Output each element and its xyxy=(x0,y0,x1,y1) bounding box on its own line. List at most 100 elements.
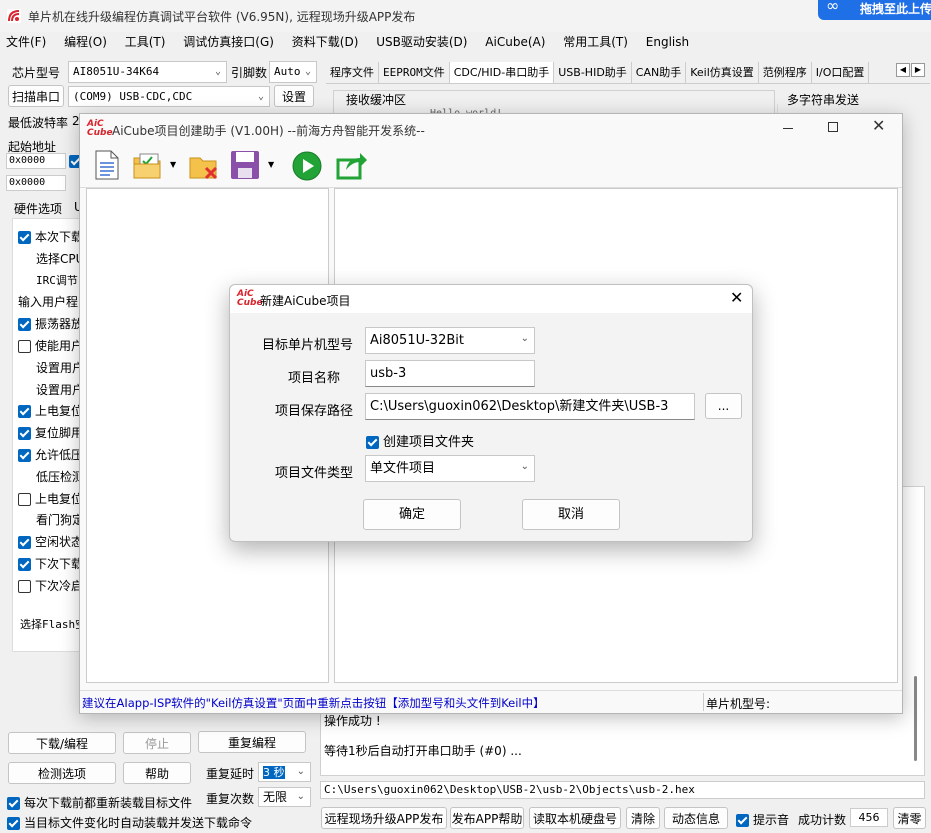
save-icon[interactable] xyxy=(230,150,260,183)
menu-tools[interactable]: 工具(T) xyxy=(125,35,166,49)
address-field-1[interactable]: 0x0000 xyxy=(6,153,66,169)
menu-english[interactable]: English xyxy=(646,35,689,49)
hardware-option-checkbox[interactable] xyxy=(18,536,31,550)
hardware-option[interactable]: 下次下载 xyxy=(18,555,83,572)
menu-aicube[interactable]: AiCube(A) xyxy=(485,35,545,49)
menu-file[interactable]: 文件(F) xyxy=(6,35,46,49)
dynamic-info-button[interactable]: 动态信息 xyxy=(664,807,728,829)
hardware-option-checkbox[interactable] xyxy=(18,558,31,571)
tab-usb-hid[interactable]: USB-HID助手 xyxy=(554,62,632,83)
main-tab-strip: 程序文件 EEPROM文件 CDC/HID-串口助手 USB-HID助手 CAN助手 Ke… xyxy=(326,62,930,84)
auto-load-checkbox[interactable] xyxy=(7,817,20,830)
target-mcu-select[interactable]: Ai8051U-32Bit ⌄ xyxy=(365,327,535,354)
menu-common-tools[interactable]: 常用工具(T) xyxy=(563,35,628,49)
menu-usb-driver[interactable]: USB驱动安装(D) xyxy=(376,35,467,49)
hardware-option-checkbox[interactable] xyxy=(18,340,31,353)
tab-scroll-right-button[interactable]: ▶ xyxy=(911,63,925,77)
chip-type-select[interactable]: AI8051U-34K64 ⌄ xyxy=(68,61,227,83)
open-folder-icon[interactable] xyxy=(132,152,164,183)
hardware-option-checkbox[interactable] xyxy=(18,318,31,332)
project-name-input[interactable]: usb-3 xyxy=(365,360,535,387)
menu-program[interactable]: 编程(O) xyxy=(64,35,107,49)
hardware-option[interactable]: 振荡器放 xyxy=(18,315,83,332)
save-path-input[interactable]: C:\Users\guoxin062\Desktop\新建文件夹\USB-3 xyxy=(365,393,695,420)
serial-port-value: (COM9) USB-CDC,CDC xyxy=(73,90,193,103)
download-program-button[interactable]: 下载/编程 xyxy=(8,732,116,754)
menu-debug[interactable]: 调试仿真接口(G) xyxy=(183,35,274,49)
tab-examples[interactable]: 范例程序 xyxy=(759,62,812,83)
tab-eeprom-file[interactable]: EEPROM文件 xyxy=(379,62,450,83)
hardware-option-label: 本次下载 xyxy=(35,230,84,244)
hardware-option[interactable]: 下次冷启 xyxy=(18,577,83,594)
hardware-option-checkbox[interactable] xyxy=(18,405,31,419)
chevron-down-icon: ⌄ xyxy=(304,66,311,77)
dropdown-arrow-icon[interactable]: ▼ xyxy=(170,160,176,169)
hardware-option-checkbox[interactable] xyxy=(18,427,31,441)
remote-upgrade-publish-button[interactable]: 远程现场升级APP发布 xyxy=(321,807,447,829)
hardware-option[interactable]: 使能用户 xyxy=(18,337,83,354)
upload-drop-badge[interactable]: ∞ 拖拽至此上传 xyxy=(818,0,931,20)
tab-scroll-left-button[interactable]: ◀ xyxy=(896,63,910,77)
address-field-2[interactable]: 0x0000 xyxy=(6,175,66,191)
close-icon[interactable]: ✕ xyxy=(730,288,743,307)
publish-app-help-button[interactable]: 发布APP帮助 xyxy=(450,807,524,829)
reload-checkbox[interactable] xyxy=(7,797,20,810)
run-icon[interactable] xyxy=(291,150,323,185)
cancel-button[interactable]: 取消 xyxy=(522,499,620,530)
hardware-option[interactable]: 允许低压 xyxy=(18,446,83,463)
repeat-delay-label: 重复延时 xyxy=(206,767,255,781)
reset-count-button[interactable]: 清零 xyxy=(893,807,926,829)
auto-load-option[interactable]: 当目标文件变化时自动装载并发送下载命令 xyxy=(7,814,252,831)
chevron-down-icon: ⌄ xyxy=(214,66,221,77)
hex-file-path[interactable]: C:\Users\guoxin062\Desktop\USB-2\usb-2\O… xyxy=(320,781,925,799)
hardware-option[interactable]: 空闲状态 xyxy=(18,533,83,550)
check-options-button[interactable]: 检测选项 xyxy=(8,762,116,784)
hardware-option[interactable]: 本次下载 xyxy=(18,228,83,245)
hardware-option-checkbox[interactable] xyxy=(18,231,31,244)
project-type-select[interactable]: 单文件项目 ⌄ xyxy=(365,455,535,482)
stop-button[interactable]: 停止 xyxy=(123,732,191,754)
help-button[interactable]: 帮助 xyxy=(123,762,191,784)
pin-count-select[interactable]: Auto ⌄ xyxy=(269,61,317,83)
tab-program-file[interactable]: 程序文件 xyxy=(326,62,379,83)
hardware-option-checkbox[interactable] xyxy=(18,579,31,593)
minimize-icon[interactable] xyxy=(783,128,793,129)
export-icon[interactable] xyxy=(336,150,368,185)
hardware-option[interactable]: 复位脚用 xyxy=(18,424,83,441)
new-document-icon[interactable] xyxy=(94,150,120,183)
clear-button[interactable]: 清除 xyxy=(626,807,660,829)
browse-button[interactable]: ... xyxy=(705,393,742,419)
prompt-sound-option[interactable]: 提示音 xyxy=(736,811,789,828)
settings-button[interactable]: 设置 xyxy=(274,85,314,107)
tab-keil[interactable]: Keil仿真设置 xyxy=(686,62,759,83)
close-project-icon[interactable] xyxy=(188,152,220,185)
read-disk-serial-button[interactable]: 读取本机硬盘号 xyxy=(529,807,621,829)
hardware-option: 设置用户 xyxy=(36,359,84,376)
menu-downloads[interactable]: 资料下载(D) xyxy=(292,35,359,49)
hardware-options-tab[interactable]: 硬件选项 xyxy=(14,200,62,217)
repeat-program-button[interactable]: 重复编程 xyxy=(198,731,306,753)
tab-cdc-serial[interactable]: CDC/HID-串口助手 xyxy=(449,62,555,83)
pin-count-value: Auto xyxy=(274,65,301,78)
chevron-down-icon: ⌄ xyxy=(520,333,529,344)
create-folder-checkbox[interactable] xyxy=(366,436,379,449)
log-scrollbar[interactable] xyxy=(914,676,917,761)
ok-button[interactable]: 确定 xyxy=(363,499,461,530)
maximize-icon[interactable] xyxy=(828,122,838,132)
create-folder-option[interactable]: 创建项目文件夹 xyxy=(366,431,474,450)
new-project-dialog: AiC Cube 新建AiCube项目 ✕ 目标单片机型号 Ai8051U-32B… xyxy=(229,284,753,542)
reload-before-download-option[interactable]: 每次下载前都重新装载目标文件 xyxy=(7,794,192,811)
scan-port-button[interactable]: 扫描串口 xyxy=(8,85,64,107)
prompt-sound-checkbox[interactable] xyxy=(736,814,749,827)
tab-io-config[interactable]: I/O口配置 xyxy=(812,62,870,83)
repeat-count-select[interactable]: 无限 ⌄ xyxy=(258,787,311,807)
repeat-delay-select[interactable]: 3 秒 ⌄ xyxy=(258,762,311,782)
dropdown-arrow-icon[interactable]: ▼ xyxy=(268,160,274,169)
tab-can[interactable]: CAN助手 xyxy=(632,62,687,83)
hardware-option[interactable]: 上电复位 xyxy=(18,490,83,507)
close-icon[interactable]: ✕ xyxy=(872,116,885,135)
hardware-option-checkbox[interactable] xyxy=(18,449,31,462)
serial-port-select[interactable]: (COM9) USB-CDC,CDC ⌄ xyxy=(68,86,270,107)
hardware-option[interactable]: 上电复位 xyxy=(18,402,83,419)
hardware-option-checkbox[interactable] xyxy=(18,492,31,506)
